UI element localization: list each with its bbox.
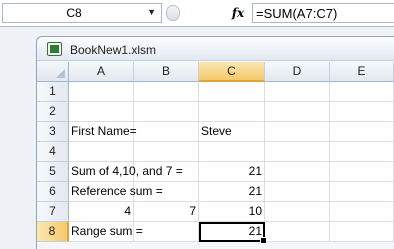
cell-d7[interactable]	[265, 202, 330, 222]
workbook-window: BookNew1.xlsm A B C D E 1 2 3 First Name…	[36, 36, 394, 249]
column-header-d[interactable]: D	[265, 62, 330, 82]
cell-e1[interactable]	[330, 82, 394, 102]
table-row: 3 First Name= Steve	[37, 122, 394, 142]
cell-c8-active[interactable]: 21	[199, 222, 267, 244]
column-header-e[interactable]: E	[330, 62, 394, 82]
cell-c7[interactable]: 10	[199, 202, 265, 222]
row-header[interactable]: 2	[37, 102, 69, 122]
formula-bar-resize-handle[interactable]	[164, 3, 182, 23]
formula-input[interactable]: =SUM(A7:C7)	[252, 3, 394, 23]
table-row: 4	[37, 142, 394, 162]
workbook-title-bar[interactable]: BookNew1.xlsm	[37, 37, 394, 61]
row-header[interactable]: 4	[37, 142, 69, 162]
cell-d6[interactable]	[265, 182, 330, 202]
cell-a6[interactable]: Reference sum =	[69, 182, 163, 202]
cell-b7[interactable]: 7	[134, 202, 199, 222]
cell-a8[interactable]: Range sum =	[69, 222, 143, 242]
column-header-a[interactable]: A	[69, 62, 134, 82]
cell-a1[interactable]	[69, 82, 134, 102]
table-row: 7 4 7 10	[37, 202, 394, 222]
excel-file-icon	[47, 42, 62, 56]
chevron-down-icon[interactable]: ▼	[147, 7, 156, 17]
cell-e2[interactable]	[330, 102, 394, 122]
worksheet-grid: A B C D E 1 2 3 First Name= Steve 4 5 Su…	[37, 62, 394, 244]
row-header[interactable]: 6	[37, 182, 69, 202]
select-all-button[interactable]	[37, 62, 69, 82]
row-header[interactable]: 3	[37, 122, 69, 142]
formula-bar: C8 ▼ fx =SUM(A7:C7)	[0, 0, 394, 27]
cell-c2[interactable]	[199, 102, 265, 122]
cell-e6[interactable]	[330, 182, 394, 202]
table-row: 8 Range sum = 21	[37, 222, 394, 244]
name-box-value: C8	[66, 6, 82, 20]
cell-a5[interactable]: Sum of 4,10, and 7 =	[69, 162, 183, 182]
cell-d5[interactable]	[265, 162, 330, 182]
cell-d1[interactable]	[265, 82, 330, 102]
insert-function-button[interactable]: fx	[228, 4, 248, 22]
cell-a2[interactable]	[69, 102, 134, 122]
column-header-b[interactable]: B	[134, 62, 199, 82]
column-header-row: A B C D E	[37, 62, 394, 82]
table-row: 1	[37, 82, 394, 102]
cell-b8[interactable]	[134, 222, 199, 242]
cell-c1[interactable]	[199, 82, 265, 102]
cell-a7[interactable]: 4	[69, 202, 134, 222]
cell-e5[interactable]	[330, 162, 394, 182]
row-header[interactable]: 1	[37, 82, 69, 102]
cell-c5[interactable]: 21	[199, 162, 265, 182]
cell-c3[interactable]: Steve	[199, 122, 265, 142]
cell-a4[interactable]	[69, 142, 134, 162]
column-header-c[interactable]: C	[199, 62, 265, 82]
cell-c4[interactable]	[199, 142, 265, 162]
table-row: 5 Sum of 4,10, and 7 = 21	[37, 162, 394, 182]
cell-e4[interactable]	[330, 142, 394, 162]
cell-e3[interactable]	[330, 122, 394, 142]
table-row: 2	[37, 102, 394, 122]
cell-d8[interactable]	[265, 222, 330, 242]
cell-d2[interactable]	[265, 102, 330, 122]
cell-b2[interactable]	[134, 102, 199, 122]
cell-b4[interactable]	[134, 142, 199, 162]
cell-e7[interactable]	[330, 202, 394, 222]
cell-e8[interactable]	[330, 222, 394, 242]
cell-d4[interactable]	[265, 142, 330, 162]
row-header[interactable]: 7	[37, 202, 69, 222]
row-header[interactable]: 8	[37, 222, 69, 242]
cell-b1[interactable]	[134, 82, 199, 102]
workbook-title: BookNew1.xlsm	[70, 43, 157, 57]
name-box[interactable]: C8 ▼	[2, 3, 162, 23]
cell-a3[interactable]: First Name=	[69, 122, 137, 142]
cell-c6[interactable]: 21	[199, 182, 265, 202]
table-row: 6 Reference sum = 21	[37, 182, 394, 202]
cell-d3[interactable]	[265, 122, 330, 142]
cell-b3[interactable]	[134, 122, 199, 142]
row-header[interactable]: 5	[37, 162, 69, 182]
